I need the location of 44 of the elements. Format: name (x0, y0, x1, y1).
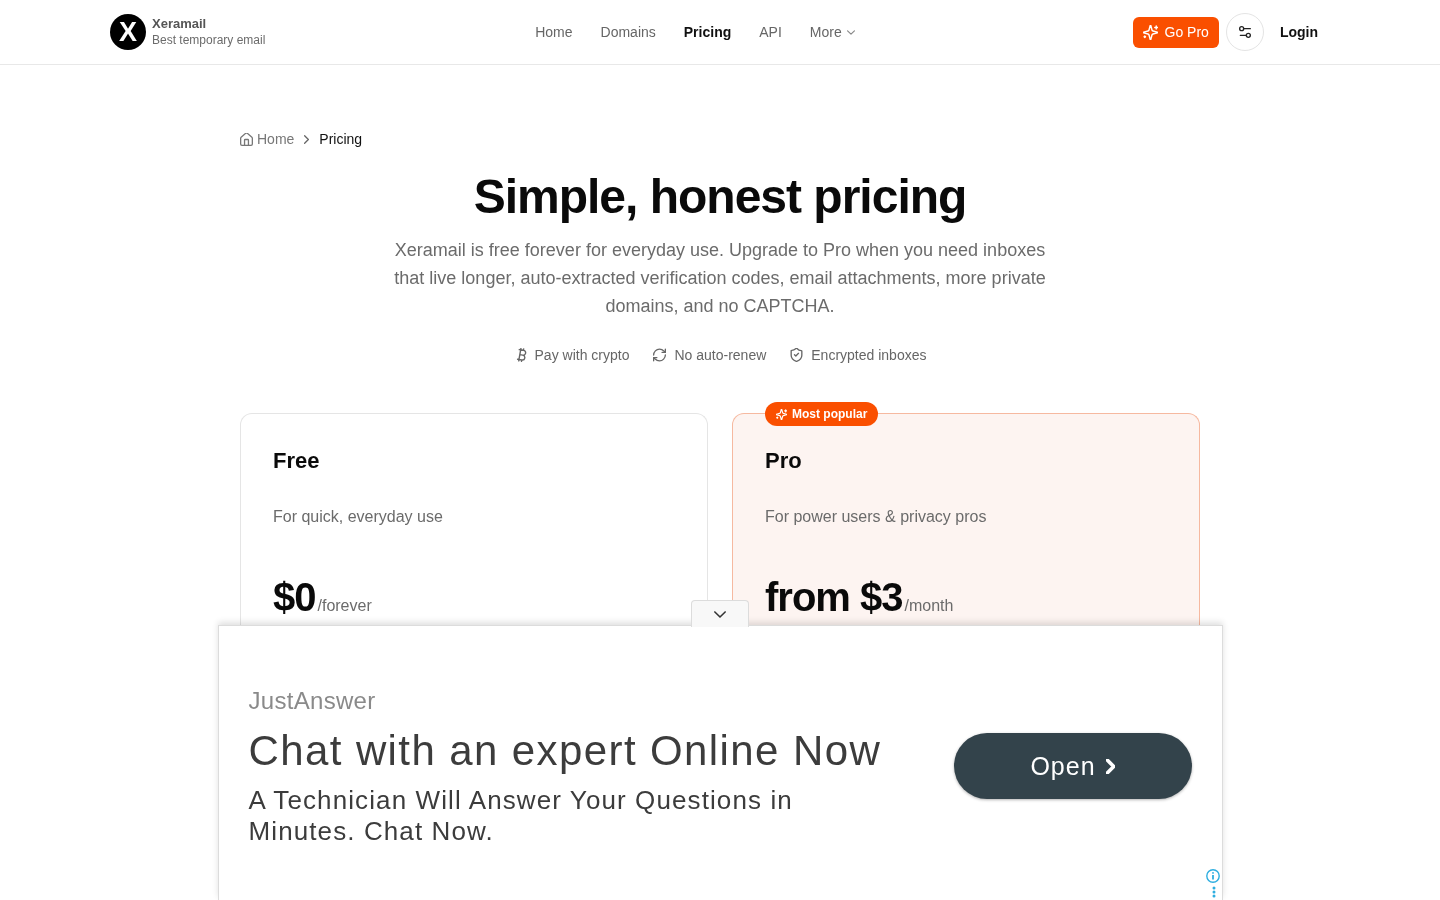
nav-link[interactable]: More (809, 22, 855, 42)
ad-open-button[interactable]: Open (953, 733, 1192, 799)
badge-label: Most popular (792, 407, 868, 421)
feature-label: No auto-renew (674, 346, 767, 365)
plan-price: from $3 (765, 574, 903, 621)
breadcrumb-link[interactable]: Home (240, 129, 295, 149)
plan-name: Pro (765, 447, 803, 475)
plan-description: For quick, everyday use (273, 507, 444, 527)
caret-down-icon (846, 29, 855, 35)
nav-link[interactable]: API (759, 22, 782, 42)
settings-button[interactable] (1225, 13, 1264, 51)
brand-tagline: Best temporary email (152, 32, 266, 49)
refresh-icon (653, 348, 667, 362)
page-description: Xeramail is free forever for everyday use. Upgrade to Pro when you need inboxes that live longer, auto-extracted verification codes, email attachments, more private domains, and no CAPTCHA. (393, 239, 1047, 318)
chevron-right-icon (1105, 758, 1115, 774)
page-title: Simple, honest pricing (472, 169, 968, 225)
login-button[interactable]: Login (1267, 16, 1330, 48)
plan-description: For power users & privacy pros (765, 507, 988, 527)
breadcrumb-current: Pricing (319, 130, 363, 149)
chevron-right-icon (304, 134, 310, 144)
sparkle-icon (1142, 24, 1158, 40)
chevron-down-icon (713, 610, 726, 618)
nav-link[interactable]: Home (535, 22, 573, 42)
shield-check-icon (790, 348, 804, 362)
go-pro-button[interactable]: Go Pro (1132, 16, 1219, 48)
ad-headline: Chat with an expert Online Now (248, 726, 883, 776)
more-options-icon[interactable] (1211, 886, 1216, 898)
nav-link[interactable]: Domains (600, 22, 656, 42)
plan-period: /forever (317, 597, 372, 615)
sparkle-icon (776, 408, 787, 420)
feature-label: Pay with crypto (534, 346, 630, 365)
plan-price: $0 (273, 574, 316, 621)
plan-name: Free (273, 447, 321, 475)
info-icon[interactable] (1205, 869, 1220, 883)
brand-logo[interactable]: X (110, 14, 146, 50)
plan-period: /month (904, 597, 954, 615)
brand-name: Xeramail (152, 15, 208, 32)
collapse-ad-button[interactable] (690, 600, 749, 627)
ad-body-text: A Technician Will Answer Your Questions in Minutes. Chat Now. (248, 785, 794, 847)
ad-advertiser: JustAnswer (248, 686, 377, 716)
sliders-icon (1238, 26, 1251, 38)
nav-link[interactable]: Pricing (683, 22, 732, 42)
home-icon (240, 132, 253, 146)
feature-label: Encrypted inboxes (811, 346, 927, 365)
